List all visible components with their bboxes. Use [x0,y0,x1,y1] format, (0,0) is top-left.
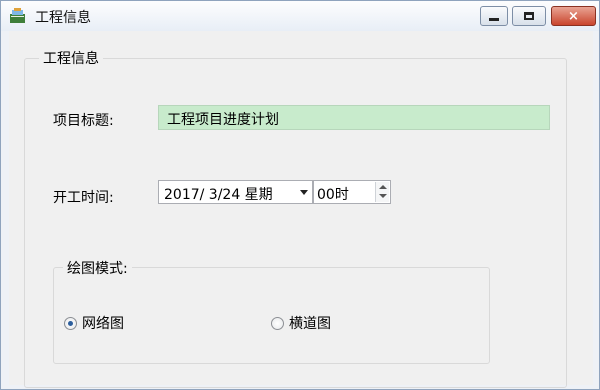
chevron-down-icon[interactable] [300,190,308,195]
project-info-group-label: 工程信息 [39,48,103,68]
window-title: 工程信息 [35,10,91,26]
radio-gantt-label: 横道图 [289,316,331,332]
start-hour-spinner[interactable]: 00时 [313,180,391,204]
spin-up-icon[interactable] [379,185,387,189]
spin-down-icon[interactable] [379,194,387,198]
radio-gantt-chart[interactable]: 横道图 [271,313,331,333]
project-title-label: 项目标题: [53,113,114,129]
app-icon [10,8,25,23]
radio-button-unchecked[interactable] [271,316,284,330]
drawing-mode-label: 绘图模式: [63,258,132,278]
radio-network-label: 网络图 [82,316,124,332]
title-bar[interactable]: 工程信息 × [1,1,599,31]
dialog-window: 工程信息 × 工程信息 项目标题: 工程项目进度计划 开工时间: 2017/ 3… [0,0,600,390]
radio-network-diagram[interactable]: 网络图 [64,313,124,333]
start-time-label: 开工时间: [53,190,114,206]
close-button[interactable]: × [551,6,596,26]
close-icon: × [568,8,579,24]
project-title-input[interactable]: 工程项目进度计划 [158,105,550,130]
hour-spin-buttons[interactable] [375,182,389,202]
dialog-body: 工程信息 项目标题: 工程项目进度计划 开工时间: 2017/ 3/24 星期 … [9,31,593,388]
maximize-button[interactable] [512,6,546,26]
radio-button-checked[interactable] [64,316,77,330]
start-hour-value: 00时 [317,187,349,203]
start-date-picker[interactable]: 2017/ 3/24 星期 [158,180,313,204]
start-date-value: 2017/ 3/24 星期 [164,187,273,203]
minimize-icon [489,17,499,21]
minimize-button[interactable] [480,6,508,26]
maximize-icon [524,12,534,20]
